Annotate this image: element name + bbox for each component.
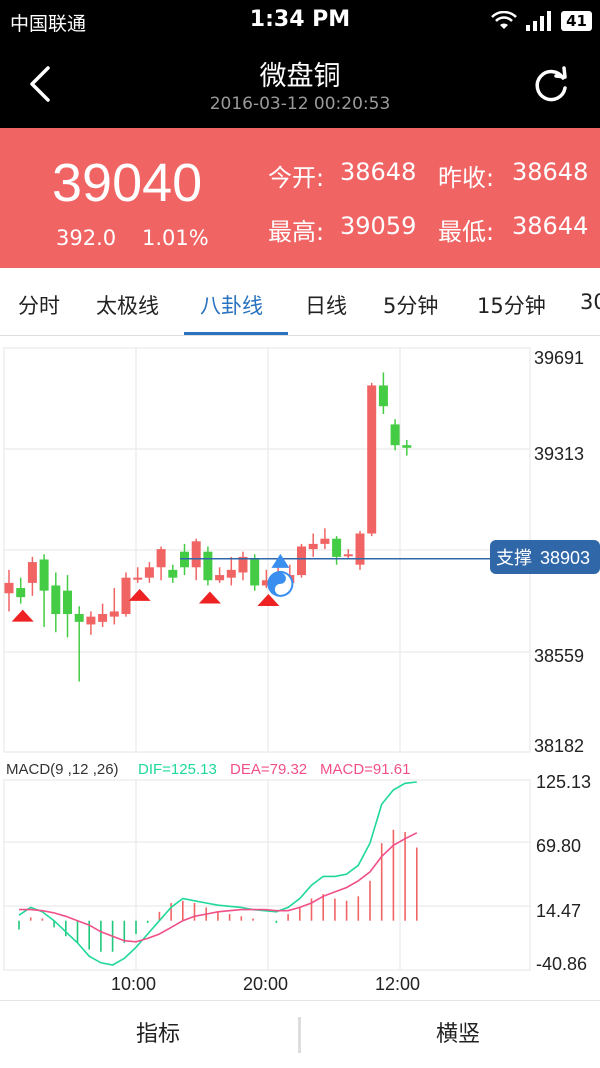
nav-bar: 微盘铜 2016-03-12 00:20:53 <box>0 42 600 128</box>
macd-chart <box>18 781 418 966</box>
support-badge-value: 38903 <box>540 548 590 568</box>
status-bar: 中国联通 1:34 PM 41 <box>0 0 600 42</box>
candle-body <box>86 616 96 625</box>
candle-body <box>308 543 318 550</box>
candle-body <box>144 567 154 578</box>
candle-body <box>367 385 377 534</box>
candle-body <box>51 585 61 615</box>
macd-tick-2: 69.80 <box>536 836 581 856</box>
sell-signal-icon <box>128 588 151 601</box>
prev-close-value: 38648 <box>512 158 589 186</box>
orientation-button[interactable]: 横竖 <box>308 1001 600 1068</box>
tab-taiji-line[interactable]: 太极线 <box>96 290 159 320</box>
dea-line <box>19 832 418 943</box>
macd-label: MACD=91.61 <box>320 761 410 778</box>
last-price: 39040 <box>52 153 203 213</box>
quote-timestamp: 2016-03-12 00:20:53 <box>209 94 391 114</box>
open-value: 38648 <box>340 158 417 186</box>
tab-30min[interactable]: 30 <box>580 290 600 314</box>
sell-signal-icon <box>198 591 221 604</box>
page-title: 微盘铜 <box>259 61 341 92</box>
candle-body <box>250 559 260 586</box>
candle-body <box>226 569 236 578</box>
candle-body <box>320 538 330 544</box>
time-tick-2: 20:00 <box>243 974 288 994</box>
tab-5min[interactable]: 5分钟 <box>383 290 438 320</box>
signal-icon <box>526 11 552 31</box>
candle-body <box>390 424 400 446</box>
tab-daily[interactable]: 日线 <box>305 290 347 320</box>
candle-body <box>109 611 119 617</box>
chart-grid <box>3 347 531 971</box>
quote-panel: 39040 392.0 1.01% 今开: 38648 昨收: 38648 最高… <box>0 128 600 268</box>
candle-body <box>98 614 108 622</box>
refresh-icon[interactable] <box>530 64 572 106</box>
period-tabs: 分时 太极线 八卦线 日线 5分钟 15分钟 30 <box>0 270 600 336</box>
dif-line <box>18 781 417 966</box>
open-label: 今开: <box>268 164 325 192</box>
candle-body <box>16 588 26 598</box>
candle-body <box>39 559 49 591</box>
macd-frame <box>3 779 531 971</box>
support-badge-label: 支撑 <box>496 548 532 569</box>
macd-tick-1: 125.13 <box>536 772 591 792</box>
candle-body <box>156 549 166 568</box>
status-icons: 41 <box>491 10 592 32</box>
kline-chart[interactable]: 39691 39313 38559 38182 MACD(9 ,12 ,26) … <box>0 336 600 1000</box>
time-tick-1: 10:00 <box>111 974 156 994</box>
macd-tick-3: 14.47 <box>536 901 581 921</box>
low-value: 38644 <box>512 212 589 240</box>
tab-15min[interactable]: 15分钟 <box>477 290 546 320</box>
high-label: 最高: <box>268 218 325 246</box>
battery-icon: 41 <box>561 11 592 31</box>
candle-body <box>402 445 412 448</box>
wifi-icon <box>491 11 518 29</box>
candle-body <box>74 614 84 622</box>
candle-body <box>297 546 306 576</box>
sell-signal-icon <box>11 609 34 622</box>
dea-label: DEA=79.32 <box>230 761 307 778</box>
high-value: 39059 <box>340 212 417 240</box>
candle-body <box>355 533 365 565</box>
price-change: 392.0 <box>56 226 117 250</box>
chart-area[interactable]: 39691 39313 38559 38182 MACD(9 ,12 ,26) … <box>0 336 600 1000</box>
time-tick-3: 12:00 <box>375 974 420 994</box>
candle-body <box>215 575 225 581</box>
price-tick-2: 39313 <box>534 444 584 464</box>
macd-tick-4: -40.86 <box>536 954 587 974</box>
support-badge: 支撑 38903 <box>490 540 600 574</box>
candle-body <box>63 590 72 615</box>
candle-body <box>191 541 201 568</box>
bottom-divider <box>298 1017 301 1053</box>
candle-body <box>343 554 353 557</box>
macd-title: MACD(9 ,12 ,26) <box>6 761 119 778</box>
candle-body <box>133 577 143 580</box>
axis-labels: 39691 39313 38559 38182 MACD(9 ,12 ,26) … <box>6 348 591 994</box>
buy-signal-icon <box>271 553 290 568</box>
indicator-button[interactable]: 指标 <box>8 1001 308 1068</box>
candle-body <box>180 551 189 568</box>
tab-bagua-line[interactable]: 八卦线 <box>200 290 263 320</box>
candle-body <box>332 538 342 557</box>
prev-close-label: 昨收: <box>438 164 495 192</box>
candle-body <box>4 582 14 594</box>
candle-body <box>27 562 37 583</box>
candle-body <box>378 385 388 407</box>
dif-label: DIF=125.13 <box>138 761 217 778</box>
candle-body <box>168 569 178 578</box>
candle-body <box>203 551 213 581</box>
price-change-percent: 1.01% <box>142 226 209 250</box>
bottom-bar: 指标 横竖 <box>0 1000 600 1067</box>
low-label: 最低: <box>438 218 495 246</box>
tab-timeshare[interactable]: 分时 <box>18 290 60 320</box>
price-tick-3: 38559 <box>534 646 584 666</box>
price-tick-4: 38182 <box>534 736 584 756</box>
candle-body <box>121 577 131 615</box>
candlesticks <box>4 372 412 682</box>
price-tick-1: 39691 <box>534 348 584 368</box>
